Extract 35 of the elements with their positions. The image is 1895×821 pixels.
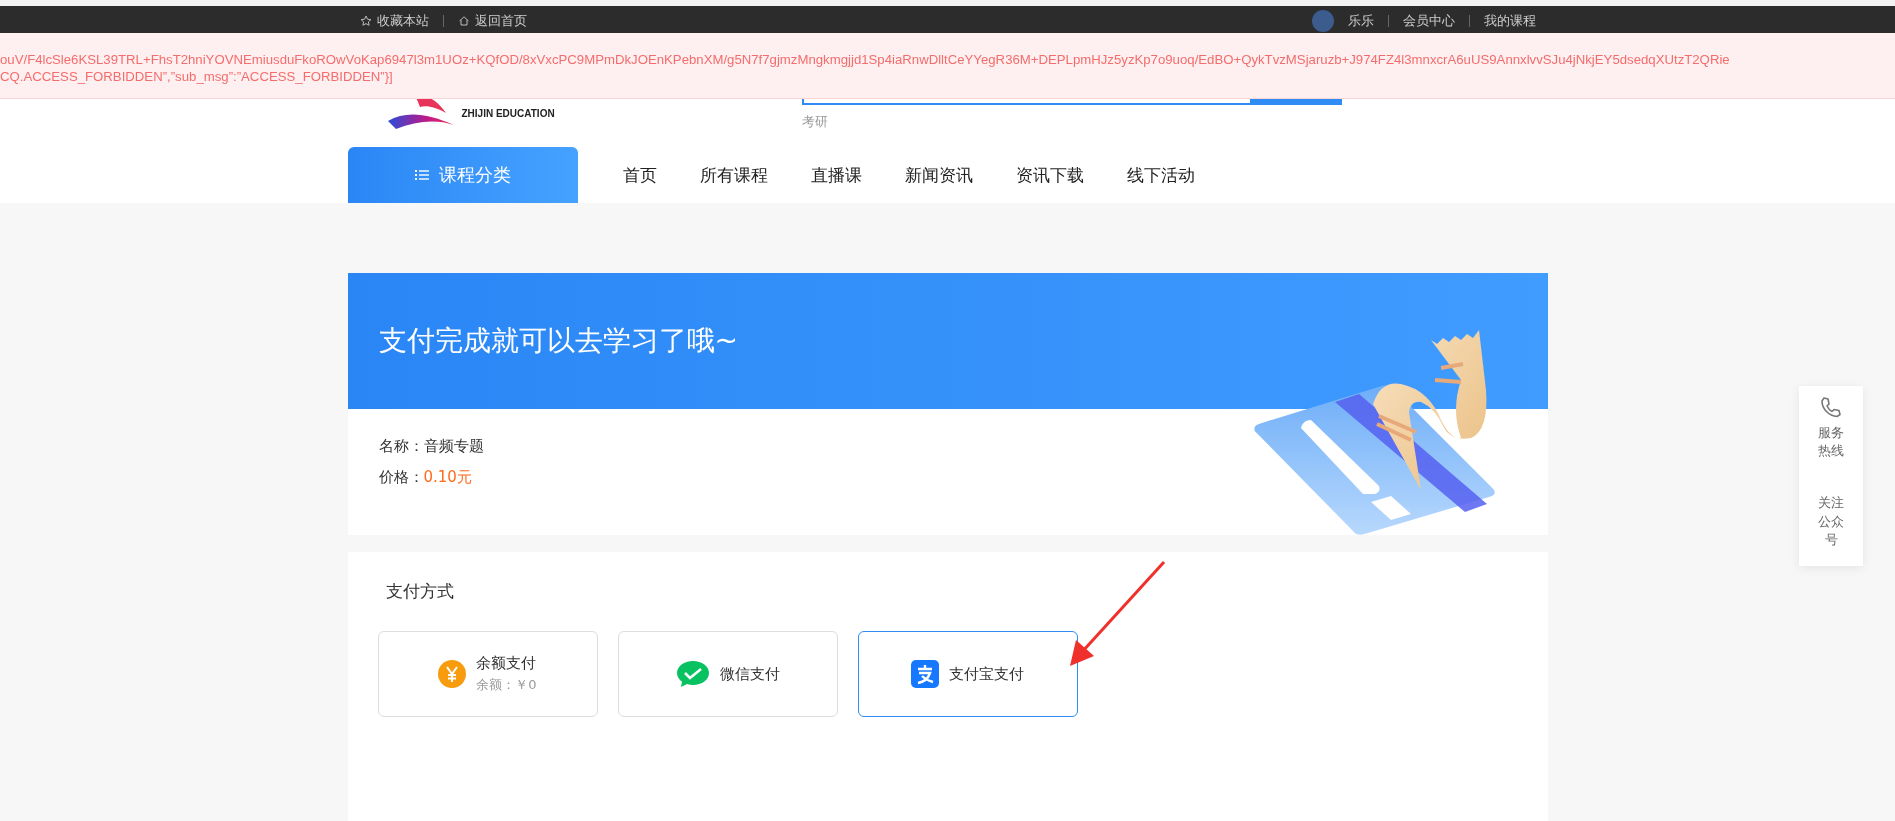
course-name: 音频专题	[423, 437, 484, 455]
nav-link[interactable]: 新闻资讯	[904, 147, 973, 203]
top-link[interactable]: 我的课程	[1483, 12, 1536, 30]
phone-icon	[1820, 396, 1842, 418]
nav-link[interactable]: 线下活动	[1126, 147, 1195, 203]
user-name[interactable]: 乐乐	[1347, 12, 1374, 30]
payment-option[interactable]: 余额支付 余额：￥0	[377, 631, 598, 717]
side-link[interactable]: 服务热线	[1818, 396, 1844, 461]
order-heading: 支付完成就可以去学习了哦~	[378, 323, 738, 359]
top-link[interactable]: 收藏本站	[359, 12, 429, 30]
star-icon	[359, 15, 372, 27]
top-link[interactable]: 会员中心	[1402, 12, 1455, 30]
home-icon	[457, 15, 470, 27]
payment-option[interactable]: 支付宝支付	[857, 631, 1078, 717]
search-field[interactable]	[801, 97, 1342, 105]
search-button[interactable]	[1249, 97, 1340, 105]
payment-app-icon	[911, 660, 939, 688]
field-label: 价格：	[378, 468, 424, 486]
price: 0.10元	[423, 468, 472, 486]
section-title: 支付方式	[385, 580, 455, 603]
nav-link[interactable]: 首页	[622, 147, 657, 203]
side-link[interactable]: 关注公众号	[1818, 494, 1844, 549]
chat-bubble-icon	[675, 660, 710, 688]
yen-coin-icon	[438, 660, 467, 688]
nav-link[interactable]: 直播课	[810, 147, 862, 203]
nav-link[interactable]: 所有课程	[699, 147, 768, 203]
top-link[interactable]: 返回首页	[457, 12, 527, 30]
nav-link[interactable]: 资讯下载	[1015, 147, 1084, 203]
user-avatar[interactable]	[1311, 10, 1334, 32]
list-icon	[414, 169, 429, 181]
error-text: CQ.ACCESS_FORBIDDEN”,”sub_msg”:”ACCESS_FORBIDDEN”}]	[0, 68, 394, 85]
logo-text: ZHIJIN EDUCATION	[461, 108, 555, 119]
field-label: 名称：	[378, 437, 424, 455]
error-text: ouV/F4lcSle6KSL39TRL+FhsT2hniYOVNEmiusduFkoROwVoKap6947l3m1UOz+KQfOD/8xVxcPC9MPmDkJOEnKPebnXM/g5N7f7gjmzMngkmgjjd1Sp4iaRnwDlltCeYYegR36M+DEPLpmHJz5yzKp7o9uoq/EdBO+QykTvzMSjaruzb+J974FZ4l3mnxcrA6uUS9AnnxlvvSJu4jNkjEY5dsedqXUtzT2QRie	[0, 51, 1731, 68]
payment-option[interactable]: 微信支付	[617, 631, 838, 717]
